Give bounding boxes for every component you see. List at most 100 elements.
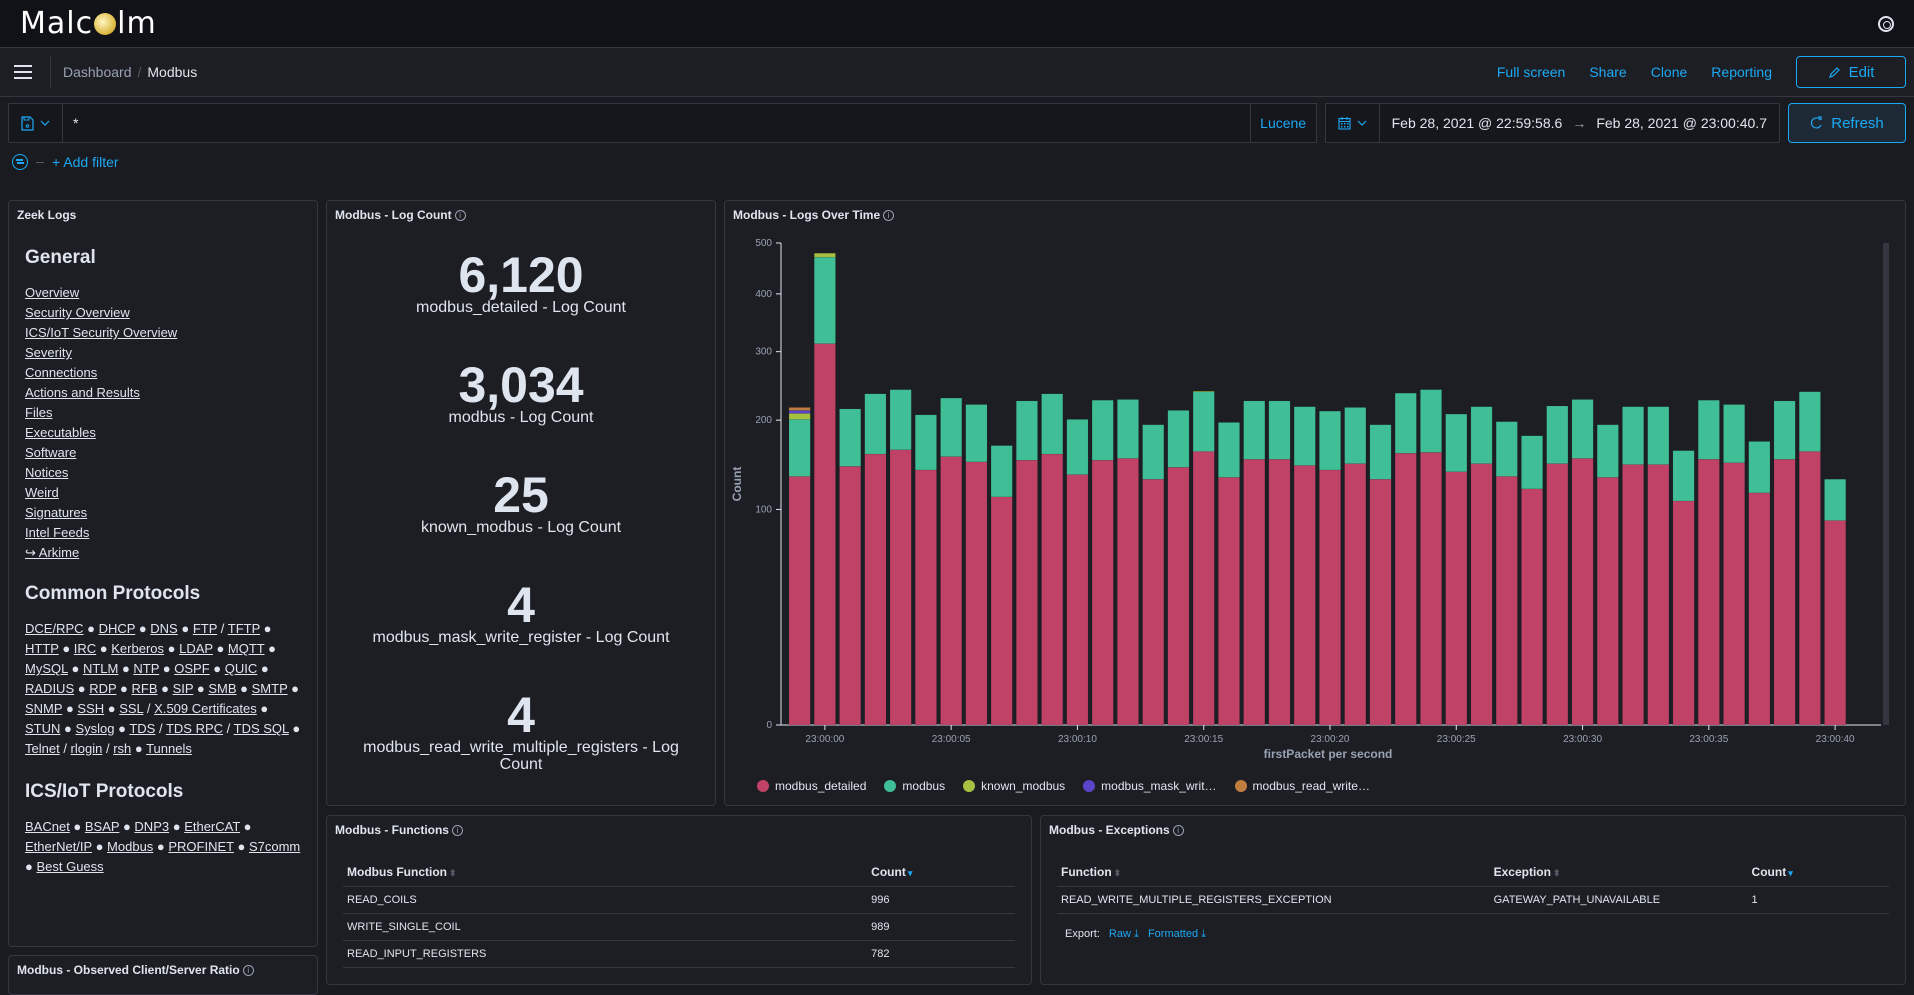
nav-link-software[interactable]: Software — [25, 443, 301, 463]
protocol-link-tds-sql[interactable]: TDS SQL — [234, 721, 289, 736]
protocol-link-rfb[interactable]: RFB — [132, 681, 158, 696]
protocol-link-ssl[interactable]: SSL — [119, 701, 143, 716]
menu-icon[interactable] — [14, 65, 32, 79]
info-icon[interactable]: i — [454, 209, 466, 221]
nav-link-files[interactable]: Files — [25, 403, 301, 423]
protocol-link-tunnels[interactable]: Tunnels — [146, 741, 192, 756]
legend-item[interactable]: modbus_detailed — [757, 779, 866, 793]
protocol-link-mqtt[interactable]: MQTT — [228, 641, 265, 656]
refresh-button[interactable]: Refresh — [1788, 103, 1906, 143]
info-icon[interactable]: i — [883, 209, 895, 221]
protocol-link-rdp[interactable]: RDP — [89, 681, 116, 696]
export-formatted-link[interactable]: Formatted ⤓ — [1148, 928, 1206, 940]
protocol-link-s7comm[interactable]: S7comm — [249, 839, 300, 854]
filter-icon[interactable] — [12, 154, 28, 170]
table-cell[interactable]: 1 — [1747, 886, 1889, 914]
protocol-link-dhcp[interactable]: DHCP — [99, 621, 136, 636]
protocol-link-http[interactable]: HTTP — [25, 641, 59, 656]
help-icon[interactable] — [1878, 15, 1894, 32]
nav-link-security-overview[interactable]: Security Overview — [25, 303, 301, 323]
legend-item[interactable]: modbus_read_write… — [1234, 779, 1370, 793]
info-icon[interactable]: i — [242, 964, 254, 976]
protocol-link-modbus[interactable]: Modbus — [107, 839, 153, 854]
share-link[interactable]: Share — [1589, 64, 1626, 80]
protocol-link-tds-rpc[interactable]: TDS RPC — [166, 721, 223, 736]
nav-link-weird[interactable]: Weird — [25, 483, 301, 503]
table-cell[interactable]: 782 — [867, 940, 1015, 968]
info-icon[interactable]: i — [451, 824, 463, 836]
protocol-link-rsh[interactable]: rsh — [113, 741, 131, 756]
table-cell[interactable]: READ_COILS — [343, 886, 868, 914]
protocol-link-snmp[interactable]: SNMP — [25, 701, 62, 716]
protocol-link-telnet[interactable]: Telnet — [25, 741, 60, 756]
protocol-link-ethernet-ip[interactable]: EtherNet/IP — [25, 839, 92, 854]
protocol-link-dce-rpc[interactable]: DCE/RPC — [25, 621, 84, 636]
protocol-link-kerberos[interactable]: Kerberos — [111, 641, 164, 656]
nav-link-actions-and-results[interactable]: Actions and Results — [25, 383, 301, 403]
protocol-link-irc[interactable]: IRC — [74, 641, 96, 656]
protocol-link-rlogin[interactable]: rlogin — [71, 741, 103, 756]
add-filter-button[interactable]: + Add filter — [52, 154, 119, 170]
query-language-button[interactable]: Lucene — [1249, 104, 1316, 142]
legend-item[interactable]: modbus_mask_writ… — [1083, 779, 1217, 793]
protocol-link-dnp3[interactable]: DNP3 — [134, 819, 169, 834]
protocol-link-ftp[interactable]: FTP — [193, 621, 217, 636]
protocol-link-ntlm[interactable]: NTLM — [83, 661, 118, 676]
nav-link-overview[interactable]: Overview — [25, 283, 301, 303]
protocol-link-ssh[interactable]: SSH — [77, 701, 104, 716]
protocol-link-syslog[interactable]: Syslog — [75, 721, 114, 736]
protocol-link-sip[interactable]: SIP — [173, 681, 194, 696]
table-cell[interactable]: WRITE_SINGLE_COIL — [343, 913, 868, 941]
nav-link-notices[interactable]: Notices — [25, 463, 301, 483]
saved-query-button[interactable] — [9, 104, 63, 142]
malcolm-logo[interactable]: Malc lm — [20, 6, 157, 41]
protocol-link-ntp[interactable]: NTP — [133, 661, 159, 676]
nav-link-severity[interactable]: Severity — [25, 343, 301, 363]
protocol-link-ldap[interactable]: LDAP — [179, 641, 213, 656]
export-raw-link[interactable]: Raw ⤓ — [1109, 928, 1139, 940]
breadcrumb-dashboard[interactable]: Dashboard — [63, 64, 132, 80]
table-cell[interactable]: 989 — [867, 913, 1015, 941]
table-cell[interactable]: 996 — [867, 886, 1015, 914]
protocol-link-best-guess[interactable]: Best Guess — [36, 859, 103, 874]
legend-item[interactable]: known_modbus — [963, 779, 1065, 793]
nav-link-ics-iot-security-overview[interactable]: ICS/IoT Security Overview — [25, 323, 301, 343]
protocol-link-tds[interactable]: TDS — [129, 721, 155, 736]
start-date[interactable]: Feb 28, 2021 @ 22:59:58.6 — [1392, 115, 1563, 131]
column-header-function[interactable]: Modbus Function ⬍ — [343, 858, 868, 887]
search-input[interactable]: * — [63, 115, 1250, 131]
protocol-link-mysql[interactable]: MySQL — [25, 661, 68, 676]
protocol-link-smtp[interactable]: SMTP — [252, 681, 288, 696]
protocol-link-ospf[interactable]: OSPF — [174, 661, 209, 676]
nav-link-executables[interactable]: Executables — [25, 423, 301, 443]
nav-link-intel-feeds[interactable]: Intel Feeds — [25, 523, 301, 543]
clone-link[interactable]: Clone — [1651, 64, 1688, 80]
protocol-link-radius[interactable]: RADIUS — [25, 681, 74, 696]
table-cell[interactable]: READ_WRITE_MULTIPLE_REGISTERS_EXCEPTION — [1057, 886, 1490, 914]
protocol-link-dns[interactable]: DNS — [150, 621, 177, 636]
edit-button[interactable]: Edit — [1796, 56, 1906, 88]
protocol-link-bacnet[interactable]: BACnet — [25, 819, 70, 834]
legend-item[interactable]: modbus — [884, 779, 945, 793]
full-screen-link[interactable]: Full screen — [1497, 64, 1565, 80]
nav-link-signatures[interactable]: Signatures — [25, 503, 301, 523]
info-icon[interactable]: i — [1172, 824, 1184, 836]
protocol-link-ethercat[interactable]: EtherCAT — [184, 819, 240, 834]
column-header-count[interactable]: Count ▾ — [867, 858, 1015, 887]
protocol-link-bsap[interactable]: BSAP — [85, 819, 119, 834]
quick-menu-button[interactable] — [1326, 104, 1380, 142]
end-date[interactable]: Feb 28, 2021 @ 23:00:40.7 — [1596, 115, 1767, 131]
table-cell[interactable]: READ_INPUT_REGISTERS — [343, 940, 868, 968]
protocol-link-smb[interactable]: SMB — [208, 681, 236, 696]
reporting-link[interactable]: Reporting — [1711, 64, 1772, 80]
protocol-link-x-509-certificates[interactable]: X.509 Certificates — [154, 701, 257, 716]
nav-link-arkime[interactable]: ↪ Arkime — [25, 543, 301, 563]
protocol-link-tftp[interactable]: TFTP — [228, 621, 260, 636]
column-header-function[interactable]: Function ⬍ — [1057, 858, 1490, 887]
table-cell[interactable]: GATEWAY_PATH_UNAVAILABLE — [1489, 886, 1748, 914]
column-header-count[interactable]: Count ▾ — [1747, 858, 1889, 887]
nav-link-connections[interactable]: Connections — [25, 363, 301, 383]
protocol-link-stun[interactable]: STUN — [25, 721, 60, 736]
column-header-exception[interactable]: Exception ⬍ — [1489, 858, 1748, 887]
protocol-link-quic[interactable]: QUIC — [225, 661, 258, 676]
